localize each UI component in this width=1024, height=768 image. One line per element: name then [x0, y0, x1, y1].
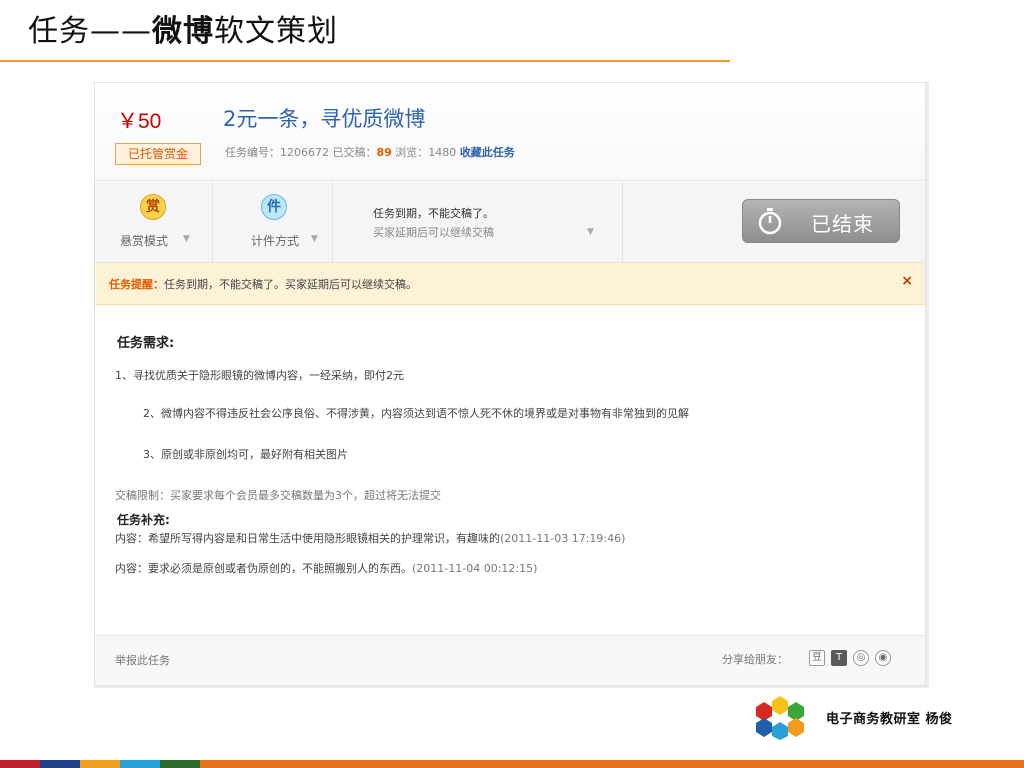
- share-douban-icon[interactable]: 豆: [809, 650, 825, 666]
- task-meta-prefix: 任务编号：1206672 已交稿：: [225, 146, 377, 159]
- close-icon[interactable]: ×: [901, 273, 913, 289]
- notice-message: 任务到期，不能交稿了。买家延期后可以继续交稿。: [164, 278, 417, 291]
- task-title: 2元一条，寻优质微博: [223, 107, 426, 131]
- share-weibo-icon[interactable]: ◉: [875, 650, 891, 666]
- share-renren-icon[interactable]: ◎: [853, 650, 869, 666]
- logo-icon: [756, 696, 804, 740]
- footer-bar-segment: [0, 760, 40, 768]
- share-label: 分享给朋友：: [722, 653, 788, 666]
- footer-bar-segment: [80, 760, 120, 768]
- slide-title-suffix: 软文策划: [214, 14, 338, 49]
- task-price: ￥50: [117, 110, 162, 133]
- task-modes-bar: 赏 悬赏模式 ▼ 件 计件方式 ▼ 任务到期，不能交稿了。 买家延期后可以继续交…: [95, 182, 925, 263]
- footer-bar-segment: [200, 760, 1024, 768]
- slide-title: 任务——微博软文策划: [28, 12, 338, 52]
- supplement-text: 要求必须是原创或者伪原创的，不能照搬别人的东西。: [148, 562, 412, 575]
- slide-title-prefix: 任务——: [28, 14, 152, 49]
- title-rule: [0, 60, 730, 62]
- notice-key: 任务提醒：: [109, 278, 164, 291]
- status-ended-label: 已结束: [811, 212, 874, 236]
- requirement-item: 1、寻找优质关于隐形眼镜的微博内容，一经采纳，即付2元: [115, 369, 404, 382]
- supplement-entry: 内容：希望所写得内容是和日常生活中使用隐形眼镜相关的护理常识，有趣味的(2011…: [115, 530, 625, 546]
- piece-icon: 件: [261, 194, 287, 220]
- task-meta: 任务编号：1206672 已交稿：89 浏览：1480 收藏此任务: [225, 144, 515, 160]
- supplement-label: 内容：: [115, 532, 148, 545]
- chevron-down-icon: ▼: [587, 227, 594, 237]
- notice-text: 任务提醒：任务到期，不能交稿了。买家延期后可以继续交稿。: [109, 276, 417, 292]
- requirements-title: 任务需求:: [117, 336, 175, 351]
- task-notice: 任务提醒：任务到期，不能交稿了。买家延期后可以继续交稿。 ×: [95, 263, 925, 305]
- reward-mode[interactable]: 赏 悬赏模式 ▼: [95, 182, 213, 263]
- status-ended-button[interactable]: 已结束: [742, 199, 900, 243]
- task-header: ￥50 已托管赏金 2元一条，寻优质微博 任务编号：1206672 已交稿：89…: [95, 83, 925, 181]
- deadline-line1: 任务到期，不能交稿了。: [373, 207, 494, 220]
- supplement-title: 任务补充:: [117, 513, 170, 527]
- piece-mode[interactable]: 件 计件方式 ▼: [213, 182, 333, 263]
- reward-icon: 赏: [140, 194, 166, 220]
- footer-bar-segment: [160, 760, 200, 768]
- report-link[interactable]: 举报此任务: [115, 652, 170, 668]
- supplement-time: (2011-11-04 00:12:15): [412, 562, 538, 575]
- submitted-count: 89: [376, 146, 392, 159]
- deadline-info[interactable]: 任务到期，不能交稿了。 买家延期后可以继续交稿 ▼: [333, 182, 623, 263]
- supplement-label: 内容：: [115, 562, 148, 575]
- deadline-line2: 买家延期后可以继续交稿: [373, 226, 494, 239]
- chevron-down-icon: ▼: [183, 234, 190, 244]
- reward-mode-label: 悬赏模式: [120, 234, 169, 248]
- supplement-time: (2011-11-03 17:19:46): [500, 532, 626, 545]
- submission-limit: 交稿限制：买家要求每个会员最多交稿数量为3个，超过将无法提交: [115, 489, 441, 502]
- requirement-item: 2、微博内容不得违反社会公序良俗、不得涉黄，内容须达到语不惊人死不休的境界或是对…: [143, 407, 689, 420]
- favorite-link[interactable]: 收藏此任务: [460, 146, 515, 159]
- stopwatch-icon: [758, 208, 782, 235]
- task-footer: 举报此任务 分享给朋友： 豆 T ◎ ◉: [95, 635, 925, 685]
- supplement-entry: 内容：要求必须是原创或者伪原创的，不能照搬别人的东西。(2011-11-04 0…: [115, 560, 537, 576]
- task-card: ￥50 已托管赏金 2元一条，寻优质微博 任务编号：1206672 已交稿：89…: [94, 82, 926, 686]
- footer-bar-segment: [120, 760, 160, 768]
- views-count: 浏览：1480: [391, 146, 460, 159]
- chevron-down-icon: ▼: [311, 234, 318, 244]
- task-body: 任务需求: 1、寻找优质关于隐形眼镜的微博内容，一经采纳，即付2元 2、微博内容…: [95, 305, 925, 635]
- piece-mode-label: 计件方式: [251, 234, 300, 248]
- footer-bar-segment: [40, 760, 80, 768]
- author-credit: 电子商务教研室 杨俊: [826, 712, 953, 727]
- escrow-badge: 已托管赏金: [115, 143, 201, 165]
- requirement-item: 3、原创或非原创均可，最好附有相关图片: [143, 448, 348, 461]
- share-t-icon[interactable]: T: [831, 650, 847, 666]
- slide-title-highlight: 微博: [152, 14, 214, 49]
- supplement-text: 希望所写得内容是和日常生活中使用隐形眼镜相关的护理常识，有趣味的: [148, 532, 500, 545]
